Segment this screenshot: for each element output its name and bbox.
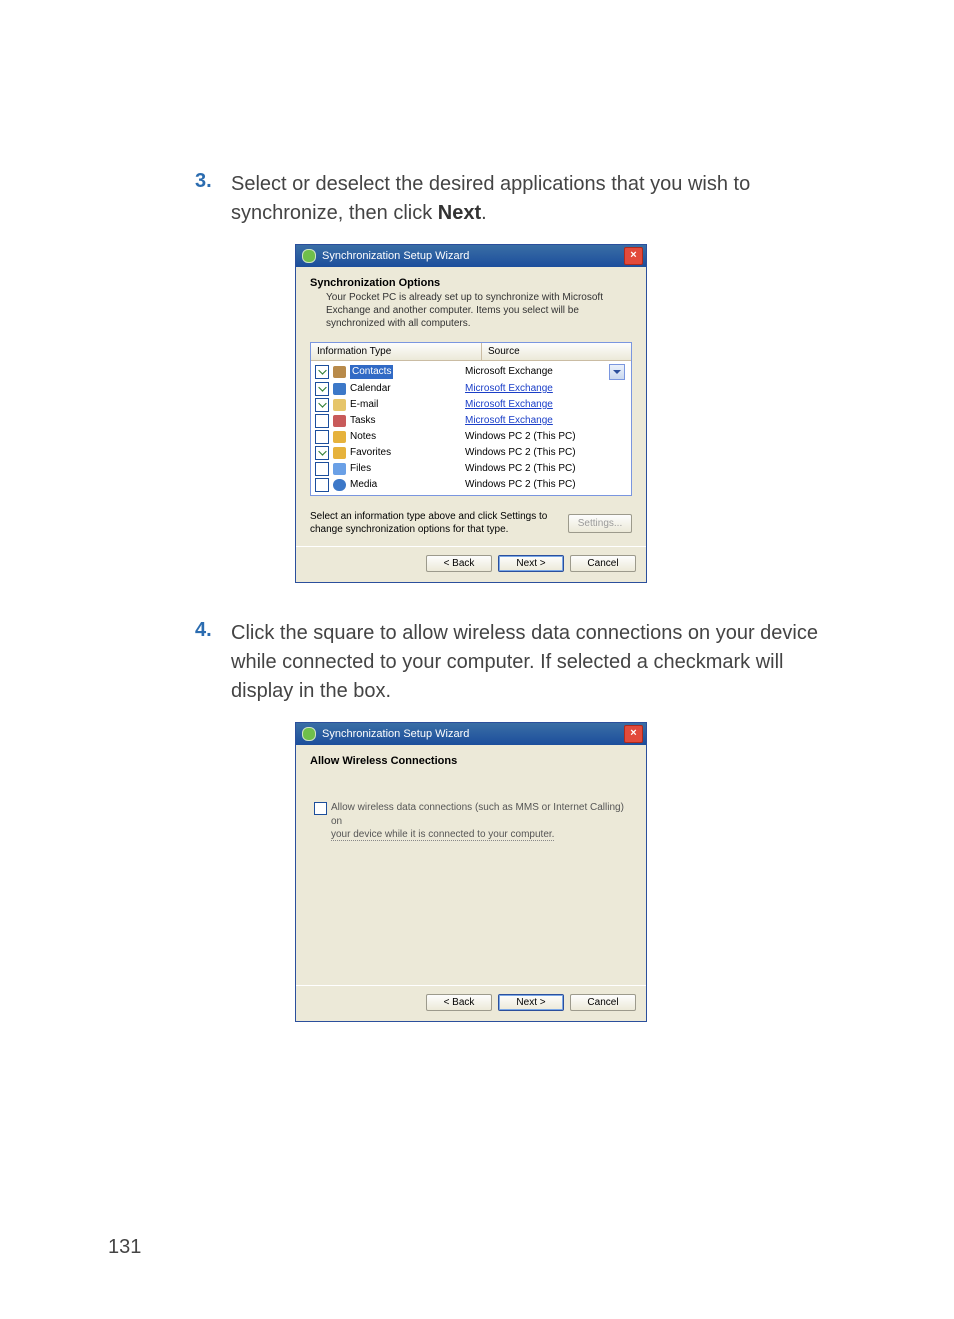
next-button[interactable]: Next >	[498, 994, 564, 1011]
step-3-text-b: .	[481, 202, 487, 224]
sync-item-checkbox[interactable]	[315, 446, 329, 460]
cancel-button[interactable]: Cancel	[570, 555, 636, 572]
sync-item-row[interactable]: Tasks Microsoft Exchange	[311, 413, 631, 429]
app-icon	[302, 249, 316, 263]
option-label-line2: your device while it is connected to you…	[331, 829, 554, 841]
sync-item-row[interactable]: E-mail Microsoft Exchange	[311, 397, 631, 413]
section-heading: Allow Wireless Connections	[310, 755, 632, 767]
sync-item-checkbox[interactable]	[315, 398, 329, 412]
step-4: 4. Click the square to allow wireless da…	[195, 619, 844, 706]
col-information-type[interactable]: Information Type	[311, 343, 482, 360]
section-heading: Synchronization Options	[310, 277, 632, 289]
sync-item-row[interactable]: Contacts Microsoft Exchange	[311, 363, 631, 381]
sync-item-label: Calendar	[350, 382, 391, 396]
sync-item-checkbox[interactable]	[315, 382, 329, 396]
type-icon	[333, 431, 346, 443]
sync-item-source[interactable]: Microsoft Exchange	[465, 382, 627, 396]
sync-options-dialog: Synchronization Setup Wizard × Synchroni…	[295, 244, 647, 583]
sync-item-checkbox[interactable]	[315, 462, 329, 476]
sync-item-label: Contacts	[350, 365, 393, 379]
type-icon	[333, 463, 346, 475]
back-button[interactable]: < Back	[426, 555, 492, 572]
sync-item-source[interactable]: Microsoft Exchange	[465, 414, 627, 428]
sync-item-checkbox[interactable]	[315, 365, 329, 379]
allow-wireless-option[interactable]: Allow wireless data connections (such as…	[314, 801, 632, 842]
section-subtext: Your Pocket PC is already set up to sync…	[326, 291, 632, 330]
sync-item-label: Media	[350, 478, 377, 492]
type-icon	[333, 479, 346, 491]
type-icon	[333, 383, 346, 395]
source-dropdown-icon[interactable]	[609, 364, 625, 380]
sync-item-row[interactable]: Files Windows PC 2 (This PC)	[311, 461, 631, 477]
sync-item-checkbox[interactable]	[315, 414, 329, 428]
next-button[interactable]: Next >	[498, 555, 564, 572]
titlebar: Synchronization Setup Wizard ×	[296, 723, 646, 745]
page-number: 131	[108, 1236, 141, 1259]
type-icon	[333, 447, 346, 459]
step-4-text: Click the square to allow wireless data …	[231, 619, 844, 706]
sync-item-label: Notes	[350, 430, 376, 444]
close-icon[interactable]: ×	[624, 725, 643, 743]
option-label-line1: Allow wireless data connections (such as…	[331, 802, 624, 827]
step-3-bold: Next	[438, 202, 481, 224]
sync-item-label: Favorites	[350, 446, 391, 460]
type-icon	[333, 415, 346, 427]
step-number: 4.	[195, 619, 231, 706]
dialog-title: Synchronization Setup Wizard	[322, 728, 469, 740]
allow-wireless-dialog: Synchronization Setup Wizard × Allow Wir…	[295, 722, 647, 1022]
sync-item-source[interactable]: Microsoft Exchange	[465, 398, 627, 412]
sync-item-label: E-mail	[350, 398, 378, 412]
allow-wireless-checkbox[interactable]	[314, 802, 327, 815]
dialog-title: Synchronization Setup Wizard	[322, 250, 469, 262]
step-number: 3.	[195, 170, 231, 228]
sync-item-checkbox[interactable]	[315, 430, 329, 444]
app-icon	[302, 727, 316, 741]
step-3-text: Select or deselect the desired applicati…	[231, 170, 844, 228]
sync-item-label: Tasks	[350, 414, 376, 428]
sync-item-source: Microsoft Exchange	[465, 365, 609, 379]
step-3: 3. Select or deselect the desired applic…	[195, 170, 844, 228]
cancel-button[interactable]: Cancel	[570, 994, 636, 1011]
sync-item-checkbox[interactable]	[315, 478, 329, 492]
sync-item-row[interactable]: Favorites Windows PC 2 (This PC)	[311, 445, 631, 461]
col-source[interactable]: Source	[482, 343, 631, 360]
sync-item-source: Windows PC 2 (This PC)	[465, 478, 627, 492]
sync-item-source: Windows PC 2 (This PC)	[465, 446, 627, 460]
type-icon	[333, 366, 346, 378]
titlebar: Synchronization Setup Wizard ×	[296, 245, 646, 267]
sync-item-row[interactable]: Calendar Microsoft Exchange	[311, 381, 631, 397]
settings-button: Settings...	[568, 514, 632, 533]
close-icon[interactable]: ×	[624, 247, 643, 265]
sync-item-source: Windows PC 2 (This PC)	[465, 462, 627, 476]
back-button[interactable]: < Back	[426, 994, 492, 1011]
sync-item-label: Files	[350, 462, 371, 476]
sync-item-source: Windows PC 2 (This PC)	[465, 430, 627, 444]
sync-item-row[interactable]: Media Windows PC 2 (This PC)	[311, 477, 631, 493]
sync-items-list: Information Type Source Contacts Microsof…	[310, 342, 632, 496]
step-3-text-a: Select or deselect the desired applicati…	[231, 173, 750, 224]
hint-text: Select an information type above and cli…	[310, 510, 568, 536]
sync-item-row[interactable]: Notes Windows PC 2 (This PC)	[311, 429, 631, 445]
type-icon	[333, 399, 346, 411]
list-header: Information Type Source	[311, 343, 631, 361]
